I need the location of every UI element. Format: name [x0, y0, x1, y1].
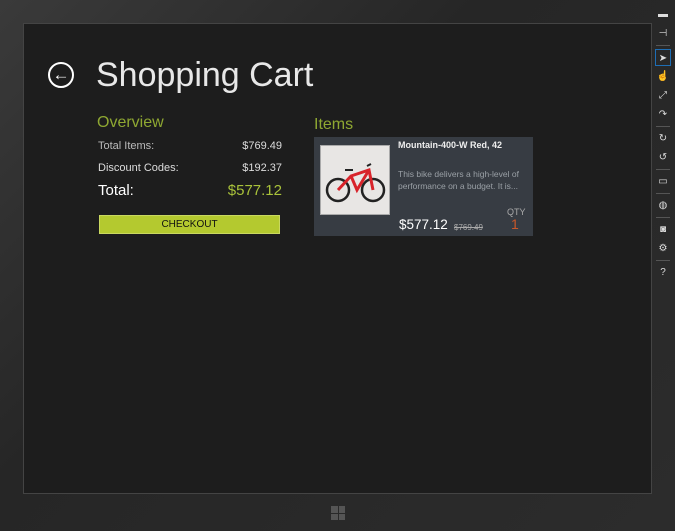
pin-icon[interactable]: ⊣: [655, 25, 671, 42]
bike-icon: [325, 163, 386, 203]
cart-item[interactable]: Mountain-400-W Red, 42 This bike deliver…: [314, 137, 533, 236]
product-price: $577.12: [399, 217, 448, 232]
total-items-row: Total Items: $769.49: [98, 140, 282, 152]
rotate-touch-icon[interactable]: ↷: [655, 106, 671, 123]
total-value: $577.12: [227, 182, 282, 199]
app-screen: ← Shopping Cart Overview Total Items: $76…: [23, 23, 652, 494]
discount-value: $192.37: [242, 162, 282, 174]
rotate-counterclockwise-icon[interactable]: ↺: [655, 149, 671, 166]
discount-label: Discount Codes:: [98, 162, 179, 174]
back-button[interactable]: ←: [48, 62, 74, 88]
location-icon[interactable]: ◍: [655, 197, 671, 214]
help-icon[interactable]: ?: [655, 264, 671, 281]
product-name: Mountain-400-W Red, 42: [398, 140, 503, 150]
total-items-label: Total Items:: [98, 140, 155, 152]
total-items-value: $769.49: [242, 140, 282, 152]
touch-icon[interactable]: ☝: [655, 68, 671, 85]
product-description: This bike delivers a high-level of perfo…: [398, 169, 519, 191]
rotate-clockwise-icon[interactable]: ↻: [655, 130, 671, 147]
simulator-toolbar: ▬ ⊣ ➤ ☝ ⤢ ↷ ↻ ↺ ▭ ◍ ◙ ⚙ ?: [655, 5, 671, 282]
settings-icon[interactable]: ⚙: [655, 240, 671, 257]
items-heading: Items: [314, 116, 354, 133]
checkout-button[interactable]: CHECKOUT: [99, 215, 280, 234]
screenshot-icon[interactable]: ◙: [655, 221, 671, 238]
windows-button[interactable]: [331, 506, 345, 520]
total-row: Total: $577.12: [98, 182, 282, 199]
pinch-zoom-icon[interactable]: ⤢: [655, 87, 671, 104]
original-price: $769.49: [454, 223, 483, 232]
product-image: [320, 145, 390, 215]
page-title: Shopping Cart: [96, 56, 314, 94]
total-label: Total:: [98, 182, 134, 199]
discount-row: Discount Codes: $192.37: [98, 162, 282, 174]
overview-heading: Overview: [97, 114, 164, 131]
pointer-icon[interactable]: ➤: [655, 49, 671, 66]
resolution-icon[interactable]: ▭: [655, 173, 671, 190]
qty-value: 1: [511, 216, 519, 232]
minimize-icon[interactable]: ▬: [655, 6, 671, 23]
